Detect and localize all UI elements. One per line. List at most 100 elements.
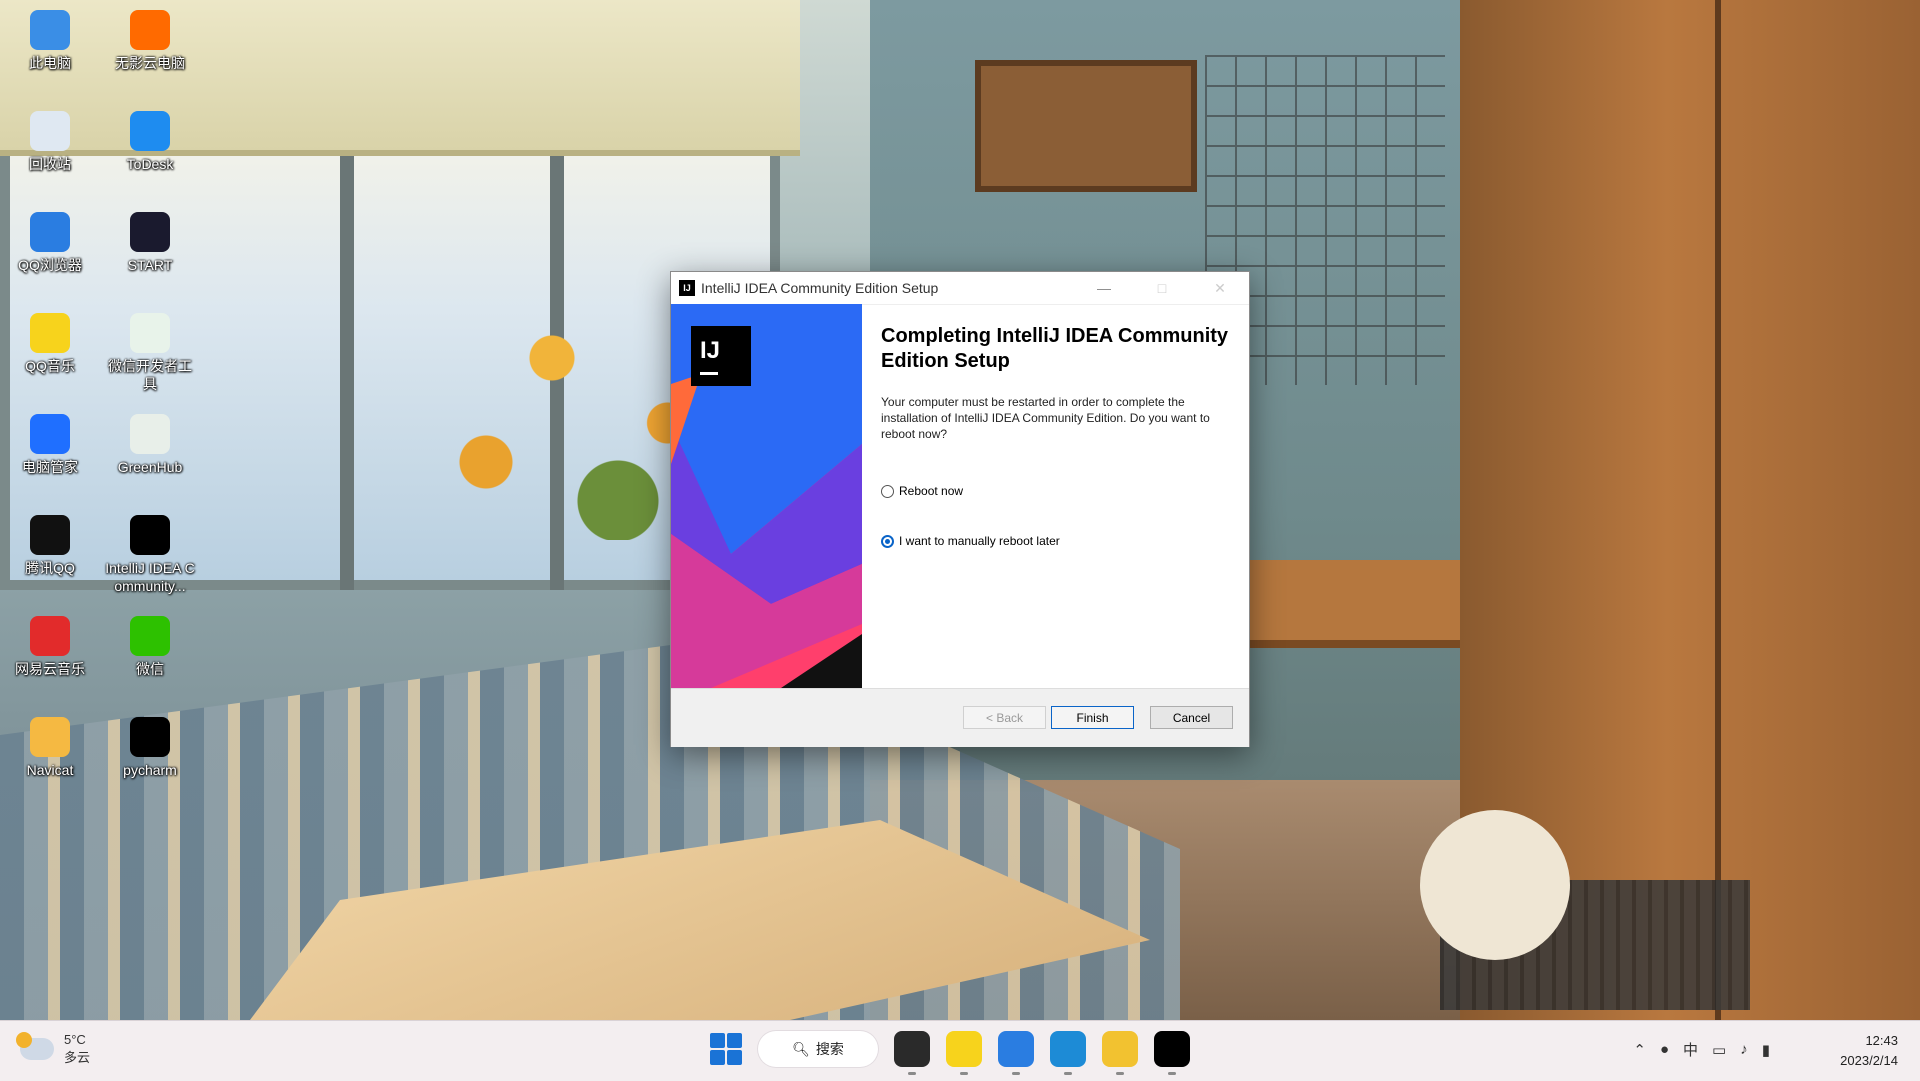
running-indicator [908, 1072, 916, 1075]
desktop-icon-cloud-pc[interactable]: 无影云电脑 [105, 10, 195, 72]
intellij-app-icon: IJ [679, 280, 695, 296]
cloud-pc-icon [130, 10, 170, 50]
desktop-icon-label: QQ音乐 [25, 358, 75, 374]
clock-date: 2023/2/14 [1840, 1053, 1898, 1068]
desktop-icon-label: START [127, 257, 173, 273]
installer-banner: IJ [671, 304, 862, 688]
desktop-icon-navicat[interactable]: Navicat [5, 717, 95, 779]
navicat-icon [30, 717, 70, 757]
taskbar: 5°C 多云 🔍︎ 搜索 ⌃ ● 中 ▭ ♪ ▮ 12:43 2023/2/14 [0, 1020, 1920, 1081]
banner-logo-text: IJ [700, 337, 720, 364]
system-tray: ⌃ ● 中 ▭ ♪ ▮ [1633, 1039, 1770, 1060]
dialog-footer: < Back Finish Cancel [671, 688, 1249, 747]
reboot-now-label: Reboot now [899, 484, 964, 498]
desktop-icon-wechat-devtools[interactable]: 微信开发者工具 [105, 313, 195, 393]
close-button[interactable]: ✕ [1191, 280, 1249, 297]
qq-browser-icon[interactable] [998, 1031, 1034, 1075]
desktop-icon-wechat[interactable]: 微信 [105, 616, 195, 678]
desktop-icon-pycharm[interactable]: pycharm [105, 717, 195, 779]
desktop-icon-label: GreenHub [117, 459, 183, 475]
intellij-installer-icon[interactable] [1154, 1031, 1190, 1075]
search-label: 搜索 [815, 1041, 844, 1057]
clock-time: 12:43 [1865, 1033, 1898, 1048]
cloudy-weather-icon [16, 1032, 54, 1060]
computer-icon [30, 10, 70, 50]
desktop-icon-label: IntelliJ IDEA Community... [105, 560, 195, 594]
volume-icon[interactable]: ♪ [1740, 1041, 1748, 1058]
desktop-icon-qq-music[interactable]: QQ音乐 [5, 313, 95, 375]
edge-icon[interactable] [1050, 1031, 1086, 1075]
intellij-icon [130, 515, 170, 555]
wallpaper-teddy-bear [1420, 810, 1570, 960]
pycharm-icon [130, 717, 170, 757]
dialog-title: IntelliJ IDEA Community Edition Setup [701, 280, 939, 296]
desktop-icon-label: 网易云音乐 [15, 661, 85, 677]
reboot-now-radio[interactable] [881, 484, 894, 498]
weather-description: 多云 [64, 1050, 91, 1065]
netease-music-icon [30, 616, 70, 656]
file-explorer-icon[interactable] [1102, 1031, 1138, 1075]
running-indicator [960, 1072, 968, 1075]
minimize-button[interactable]: — [1075, 280, 1133, 296]
desktop-icon-label: 电脑管家 [22, 459, 78, 475]
jetbrains-gradient-graphic: IJ [671, 304, 862, 688]
battery-icon[interactable]: ▮ [1762, 1041, 1770, 1059]
desktop-icon-start-app[interactable]: START [105, 212, 195, 274]
dialog-heading: Completing IntelliJ IDEA Community Editi… [881, 325, 1229, 372]
task-view-icon[interactable] [894, 1031, 930, 1075]
desktop-icon-qq[interactable]: 腾讯QQ [5, 515, 95, 577]
dialog-content: Completing IntelliJ IDEA Community Editi… [881, 324, 1231, 442]
wallpaper-corkboard [975, 60, 1197, 192]
desktop-icon-pc-manager[interactable]: 电脑管家 [5, 414, 95, 476]
running-indicator [1064, 1072, 1072, 1075]
recycle-bin-icon [30, 111, 70, 151]
wallpaper-wardrobe-door-line [1715, 0, 1721, 1020]
taskbar-search[interactable]: 🔍︎ 搜索 [758, 1031, 878, 1067]
system-clock[interactable]: 12:43 2023/2/14 [1840, 1031, 1898, 1071]
maximize-button[interactable]: □ [1133, 280, 1191, 296]
wallpaper-desk [1230, 560, 1470, 648]
reboot-later-label: I want to manually reboot later [899, 534, 1060, 548]
wechat-icon [130, 616, 170, 656]
desktop-icon-netease-music[interactable]: 网易云音乐 [5, 616, 95, 678]
greenhub-icon [130, 414, 170, 454]
desktop-icon-todesk[interactable]: ToDesk [105, 111, 195, 173]
desktop-icon-qq-browser[interactable]: QQ浏览器 [5, 212, 95, 274]
weather-widget[interactable]: 5°C 多云 [16, 1031, 91, 1067]
qq-music-icon[interactable] [946, 1031, 982, 1075]
desktop-icon-label: 此电脑 [29, 55, 71, 71]
todesk-icon [130, 111, 170, 151]
reboot-later-option[interactable]: I want to manually reboot later [881, 534, 1060, 548]
pc-manager-icon [30, 414, 70, 454]
desktop-icon-computer[interactable]: 此电脑 [5, 10, 95, 72]
wechat-devtools-icon [130, 313, 170, 353]
network-icon[interactable]: ▭ [1712, 1041, 1726, 1059]
qq-icon [30, 515, 70, 555]
reboot-now-option[interactable]: Reboot now [881, 484, 963, 498]
desktop-icon-label: pycharm [123, 762, 177, 778]
desktop-icon-label: QQ浏览器 [18, 257, 82, 273]
qq-browser-icon [30, 212, 70, 252]
qq-tray-icon[interactable]: ● [1660, 1041, 1669, 1058]
taskbar-center: 🔍︎ 搜索 [710, 1031, 1190, 1075]
ime-indicator[interactable]: 中 [1683, 1039, 1698, 1060]
desktop-icon-label: ToDesk [126, 156, 174, 172]
setup-dialog: IJ IntelliJ IDEA Community Edition Setup… [670, 271, 1250, 747]
desktop-icon-label: 腾讯QQ [25, 560, 75, 576]
chevron-up-icon[interactable]: ⌃ [1633, 1041, 1646, 1059]
reboot-later-radio[interactable] [881, 534, 894, 548]
finish-button[interactable]: Finish [1051, 706, 1134, 729]
taskbar-pinned-apps [894, 1031, 1190, 1075]
back-button[interactable]: < Back [963, 706, 1046, 729]
wallpaper-window-frame [340, 120, 354, 590]
dialog-description: Your computer must be restarted in order… [881, 395, 1210, 441]
running-indicator [1012, 1072, 1020, 1075]
dialog-titlebar[interactable]: IJ IntelliJ IDEA Community Edition Setup… [671, 272, 1249, 305]
desktop-icon-recycle-bin[interactable]: 回收站 [5, 111, 95, 173]
cancel-button[interactable]: Cancel [1150, 706, 1233, 729]
start-app-icon [130, 212, 170, 252]
running-indicator [1116, 1072, 1124, 1075]
start-button[interactable] [710, 1033, 742, 1065]
desktop-icon-greenhub[interactable]: GreenHub [105, 414, 195, 476]
desktop-icon-intellij[interactable]: IntelliJ IDEA Community... [105, 515, 195, 595]
